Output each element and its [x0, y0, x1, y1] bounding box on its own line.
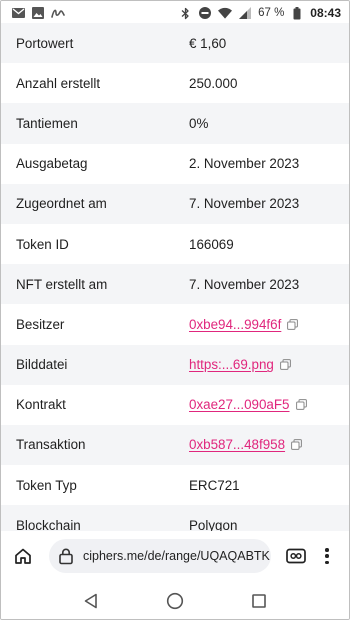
- home-circle-icon[interactable]: [164, 590, 186, 612]
- value-text: 7. November 2023: [189, 196, 300, 212]
- battery-icon: [290, 6, 304, 20]
- system-navigation-bar: [1, 581, 349, 619]
- row-value: € 1,60: [189, 36, 226, 51]
- copy-icon[interactable]: [291, 439, 302, 451]
- table-row: Bilddatei https:...69.png: [1, 344, 349, 385]
- value-text: 2. November 2023: [189, 156, 300, 172]
- row-label: Token Typ: [16, 477, 77, 493]
- owner-address-link[interactable]: 0xbe94...994f6f: [189, 317, 281, 332]
- row-value: 0xb587...48f958: [189, 437, 302, 452]
- browser-toolbar: ciphers.me/de/range/UQAQABTK: [1, 531, 349, 581]
- do-not-disturb-icon: [198, 6, 212, 20]
- lock-icon[interactable]: [57, 547, 75, 565]
- battery-percentage: 67 %: [258, 7, 285, 19]
- row-label: Kontrakt: [16, 397, 66, 413]
- row-label: Tantiemen: [16, 115, 78, 131]
- back-icon[interactable]: [80, 590, 102, 612]
- value-text: 7. November 2023: [189, 276, 300, 292]
- table-row: Tantiemen 0%: [1, 103, 349, 144]
- table-row: Anzahl erstellt 250.000: [1, 63, 349, 104]
- clock: 08:43: [310, 6, 341, 20]
- row-value: 0xae27...090aF5: [189, 397, 307, 412]
- row-label: Token ID: [16, 236, 69, 252]
- row-value: ERC721: [189, 478, 240, 493]
- signature-icon: [51, 6, 65, 20]
- table-row: NFT erstellt am 7. November 2023: [1, 264, 349, 305]
- table-row: Portowert € 1,60: [1, 23, 349, 64]
- status-bar: 67 % 08:43: [1, 1, 349, 25]
- value-text: 0%: [189, 115, 209, 131]
- row-value: 7. November 2023: [189, 277, 299, 292]
- value-text: ERC721: [189, 477, 240, 493]
- row-value: 0xbe94...994f6f: [189, 317, 299, 332]
- more-vert-icon[interactable]: [323, 546, 331, 566]
- value-text: € 1,60: [189, 35, 227, 51]
- table-row: Token Typ ERC721: [1, 465, 349, 506]
- row-label: Portowert: [16, 35, 74, 51]
- address-bar[interactable]: ciphers.me/de/range/UQAQABTK: [49, 539, 271, 573]
- recents-icon[interactable]: [248, 590, 270, 612]
- row-value: 166069: [189, 237, 234, 252]
- row-value: 7. November 2023: [189, 196, 299, 211]
- value-text: 250.000: [189, 75, 238, 91]
- copy-icon[interactable]: [279, 359, 291, 370]
- row-label: Ausgabetag: [16, 156, 88, 172]
- row-label: Besitzer: [16, 316, 65, 332]
- table-row: Zugeordnet am 7. November 2023: [1, 183, 349, 224]
- row-label: NFT erstellt am: [16, 276, 108, 292]
- value-text: 166069: [189, 236, 234, 252]
- copy-icon[interactable]: [287, 319, 299, 330]
- copy-icon[interactable]: [295, 399, 307, 411]
- wifi-icon: [218, 6, 233, 20]
- table-row: Transaktion 0xb587...48f958: [1, 424, 349, 466]
- row-value: 0%: [189, 116, 208, 131]
- table-row: Ausgabetag 2. November 2023: [1, 143, 349, 184]
- row-label: Bilddatei: [16, 357, 68, 373]
- home-icon[interactable]: [11, 544, 35, 568]
- image-file-link[interactable]: https:...69.png: [189, 357, 274, 372]
- table-row: Kontrakt 0xae27...090aF5: [1, 384, 349, 425]
- row-label: Anzahl erstellt: [16, 75, 101, 91]
- bluetooth-icon: [178, 6, 192, 20]
- table-row: Token ID 166069: [1, 223, 349, 265]
- mail-icon: [11, 6, 25, 20]
- table-row: Besitzer 0xbe94...994f6f: [1, 304, 349, 345]
- row-value: 250.000: [189, 76, 237, 91]
- image-icon: [31, 6, 45, 20]
- url-text[interactable]: ciphers.me/de/range/UQAQABTK: [83, 549, 270, 563]
- row-label: Transaktion: [16, 437, 86, 453]
- phone-screen: 67 % 08:43 Portowert € 1,60 Anzahl erste…: [0, 0, 350, 620]
- contract-address-link[interactable]: 0xae27...090aF5: [189, 397, 290, 412]
- nft-details-table: Portowert € 1,60 Anzahl erstellt 250.000…: [1, 23, 349, 546]
- transaction-hash-link[interactable]: 0xb587...48f958: [189, 437, 285, 452]
- tab-switcher-icon[interactable]: [285, 545, 307, 567]
- row-value: 2. November 2023: [189, 156, 299, 171]
- row-label: Zugeordnet am: [16, 196, 107, 212]
- signal-icon: [238, 6, 252, 20]
- row-value: https:...69.png: [189, 357, 291, 372]
